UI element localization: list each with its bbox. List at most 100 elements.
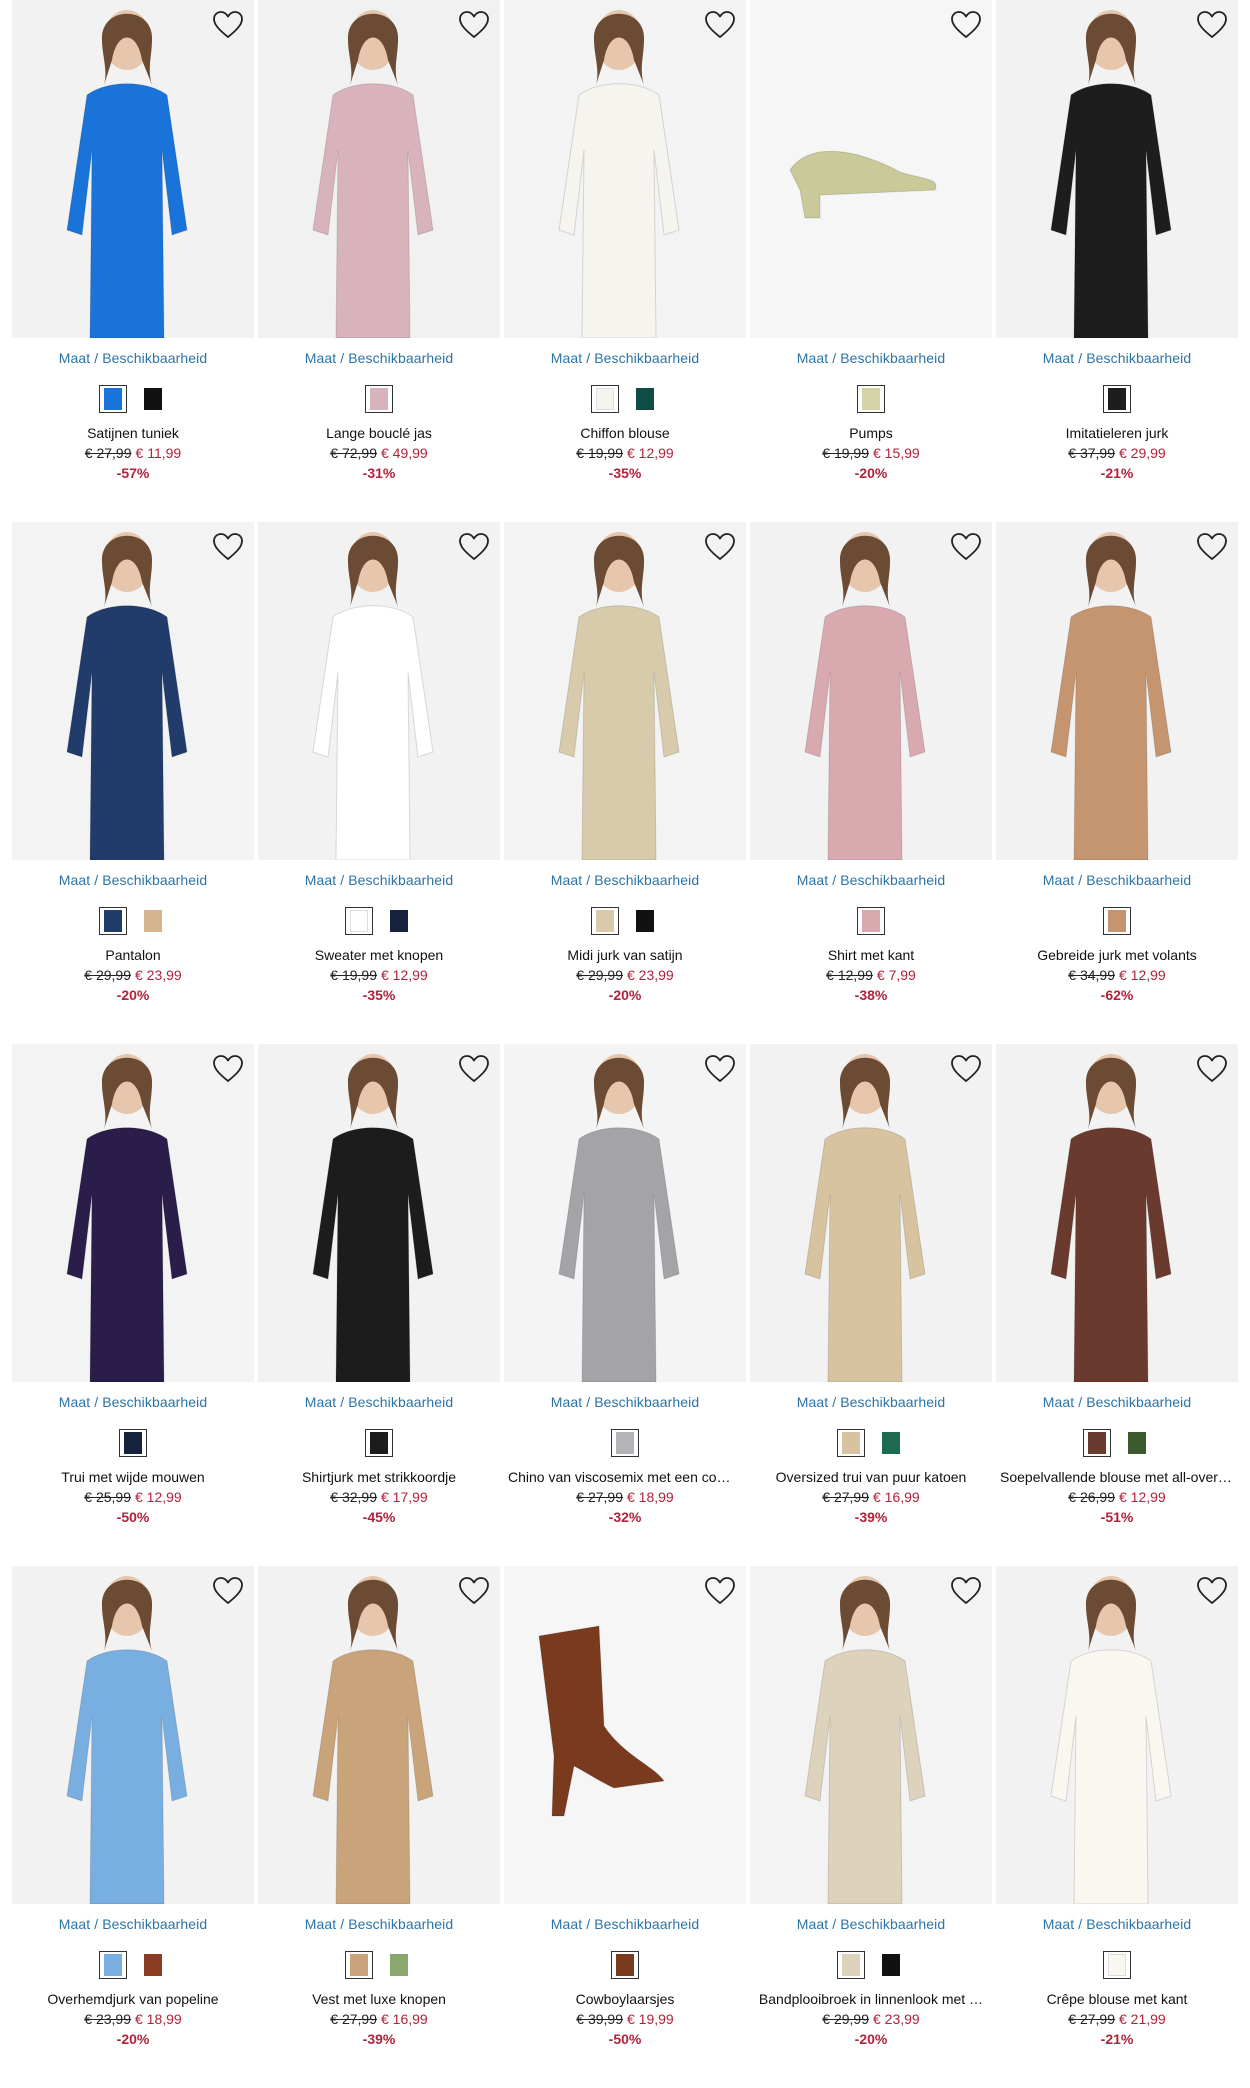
color-swatch[interactable] [591, 907, 619, 935]
color-swatch[interactable] [365, 1429, 393, 1457]
product-card[interactable]: Maat / Beschikbaarheid Bandplooibroek in… [750, 1566, 992, 2088]
size-availability-link[interactable]: Maat / Beschikbaarheid [12, 872, 254, 890]
wishlist-heart-icon[interactable] [458, 532, 490, 562]
product-image[interactable] [996, 522, 1238, 860]
color-swatch[interactable] [385, 907, 413, 935]
product-card[interactable]: Maat / Beschikbaarheid Shirt met kant € … [750, 522, 992, 1044]
product-image[interactable] [996, 1566, 1238, 1904]
wishlist-heart-icon[interactable] [1196, 1576, 1228, 1606]
product-image[interactable] [504, 522, 746, 860]
product-name[interactable]: Imitatieleren jurk [996, 425, 1238, 443]
wishlist-heart-icon[interactable] [458, 1054, 490, 1084]
size-availability-link[interactable]: Maat / Beschikbaarheid [996, 1394, 1238, 1412]
color-swatch[interactable] [385, 1951, 413, 1979]
size-availability-link[interactable]: Maat / Beschikbaarheid [750, 1916, 992, 1934]
product-name[interactable]: Satijnen tuniek [12, 425, 254, 443]
product-image[interactable] [258, 1566, 500, 1904]
product-image[interactable] [750, 1566, 992, 1904]
size-availability-link[interactable]: Maat / Beschikbaarheid [258, 350, 500, 368]
product-name[interactable]: Chiffon blouse [504, 425, 746, 443]
color-swatch[interactable] [139, 1951, 167, 1979]
wishlist-heart-icon[interactable] [212, 1054, 244, 1084]
product-card[interactable]: Maat / Beschikbaarheid Pumps € 19,99 € 15… [750, 0, 992, 522]
color-swatch[interactable] [1083, 1429, 1111, 1457]
product-name[interactable]: Midi jurk van satijn [504, 947, 746, 965]
product-name[interactable]: Vest met luxe knopen [258, 1991, 500, 2009]
size-availability-link[interactable]: Maat / Beschikbaarheid [12, 1394, 254, 1412]
wishlist-heart-icon[interactable] [1196, 10, 1228, 40]
product-image[interactable] [12, 1044, 254, 1382]
product-name[interactable]: Crêpe blouse met kant [996, 1991, 1238, 2009]
color-swatch[interactable] [99, 385, 127, 413]
product-card[interactable]: Maat / Beschikbaarheid Gebreide jurk met… [996, 522, 1238, 1044]
color-swatch[interactable] [837, 1429, 865, 1457]
product-image[interactable] [750, 522, 992, 860]
product-image[interactable] [258, 1044, 500, 1382]
wishlist-heart-icon[interactable] [950, 10, 982, 40]
size-availability-link[interactable]: Maat / Beschikbaarheid [504, 872, 746, 890]
product-name[interactable]: Pumps [750, 425, 992, 443]
wishlist-heart-icon[interactable] [950, 532, 982, 562]
product-image[interactable] [504, 0, 746, 338]
color-swatch[interactable] [119, 1429, 147, 1457]
product-image[interactable] [12, 522, 254, 860]
wishlist-heart-icon[interactable] [212, 1576, 244, 1606]
product-card[interactable]: Maat / Beschikbaarheid Trui met wijde mo… [12, 1044, 254, 1566]
wishlist-heart-icon[interactable] [212, 10, 244, 40]
wishlist-heart-icon[interactable] [950, 1054, 982, 1084]
wishlist-heart-icon[interactable] [458, 10, 490, 40]
product-name[interactable]: Overhemdjurk van popeline [12, 1991, 254, 2009]
product-name[interactable]: Bandplooibroek in linnenlook met … [750, 1991, 992, 2009]
product-image[interactable] [12, 1566, 254, 1904]
size-availability-link[interactable]: Maat / Beschikbaarheid [258, 1916, 500, 1934]
product-name[interactable]: Sweater met knopen [258, 947, 500, 965]
color-swatch[interactable] [857, 907, 885, 935]
color-swatch[interactable] [99, 907, 127, 935]
wishlist-heart-icon[interactable] [950, 1576, 982, 1606]
color-swatch[interactable] [877, 1951, 905, 1979]
product-image[interactable] [996, 1044, 1238, 1382]
product-card[interactable]: Maat / Beschikbaarheid Chino van viscose… [504, 1044, 746, 1566]
color-swatch[interactable] [345, 1951, 373, 1979]
wishlist-heart-icon[interactable] [704, 532, 736, 562]
color-swatch[interactable] [1103, 385, 1131, 413]
size-availability-link[interactable]: Maat / Beschikbaarheid [504, 1394, 746, 1412]
size-availability-link[interactable]: Maat / Beschikbaarheid [12, 350, 254, 368]
color-swatch[interactable] [611, 1951, 639, 1979]
wishlist-heart-icon[interactable] [458, 1576, 490, 1606]
wishlist-heart-icon[interactable] [212, 532, 244, 562]
product-name[interactable]: Gebreide jurk met volants [996, 947, 1238, 965]
product-image[interactable] [258, 522, 500, 860]
color-swatch[interactable] [631, 907, 659, 935]
wishlist-heart-icon[interactable] [704, 1054, 736, 1084]
product-card[interactable]: Maat / Beschikbaarheid Midi jurk van sat… [504, 522, 746, 1044]
product-name[interactable]: Shirtjurk met strikkoordje [258, 1469, 500, 1487]
size-availability-link[interactable]: Maat / Beschikbaarheid [504, 350, 746, 368]
color-swatch[interactable] [365, 385, 393, 413]
color-swatch[interactable] [591, 385, 619, 413]
product-name[interactable]: Cowboylaarsjes [504, 1991, 746, 2009]
product-image[interactable] [12, 0, 254, 338]
wishlist-heart-icon[interactable] [704, 1576, 736, 1606]
product-name[interactable]: Pantalon [12, 947, 254, 965]
product-card[interactable]: Maat / Beschikbaarheid Soepelvallende bl… [996, 1044, 1238, 1566]
wishlist-heart-icon[interactable] [704, 10, 736, 40]
color-swatch[interactable] [857, 385, 885, 413]
product-card[interactable]: Maat / Beschikbaarheid Cowboylaarsjes € … [504, 1566, 746, 2088]
product-card[interactable]: Maat / Beschikbaarheid Sweater met knope… [258, 522, 500, 1044]
size-availability-link[interactable]: Maat / Beschikbaarheid [258, 872, 500, 890]
product-name[interactable]: Soepelvallende blouse met all-over … [996, 1469, 1238, 1487]
product-name[interactable]: Shirt met kant [750, 947, 992, 965]
product-card[interactable]: Maat / Beschikbaarheid Chiffon blouse € … [504, 0, 746, 522]
product-card[interactable]: Maat / Beschikbaarheid Crêpe blouse met … [996, 1566, 1238, 2088]
wishlist-heart-icon[interactable] [1196, 1054, 1228, 1084]
product-image[interactable] [750, 0, 992, 338]
color-swatch[interactable] [1103, 907, 1131, 935]
product-card[interactable]: Maat / Beschikbaarheid Oversized trui va… [750, 1044, 992, 1566]
product-image[interactable] [750, 1044, 992, 1382]
size-availability-link[interactable]: Maat / Beschikbaarheid [996, 1916, 1238, 1934]
product-name[interactable]: Lange bouclé jas [258, 425, 500, 443]
size-availability-link[interactable]: Maat / Beschikbaarheid [750, 872, 992, 890]
size-availability-link[interactable]: Maat / Beschikbaarheid [750, 1394, 992, 1412]
color-swatch[interactable] [1123, 1429, 1151, 1457]
